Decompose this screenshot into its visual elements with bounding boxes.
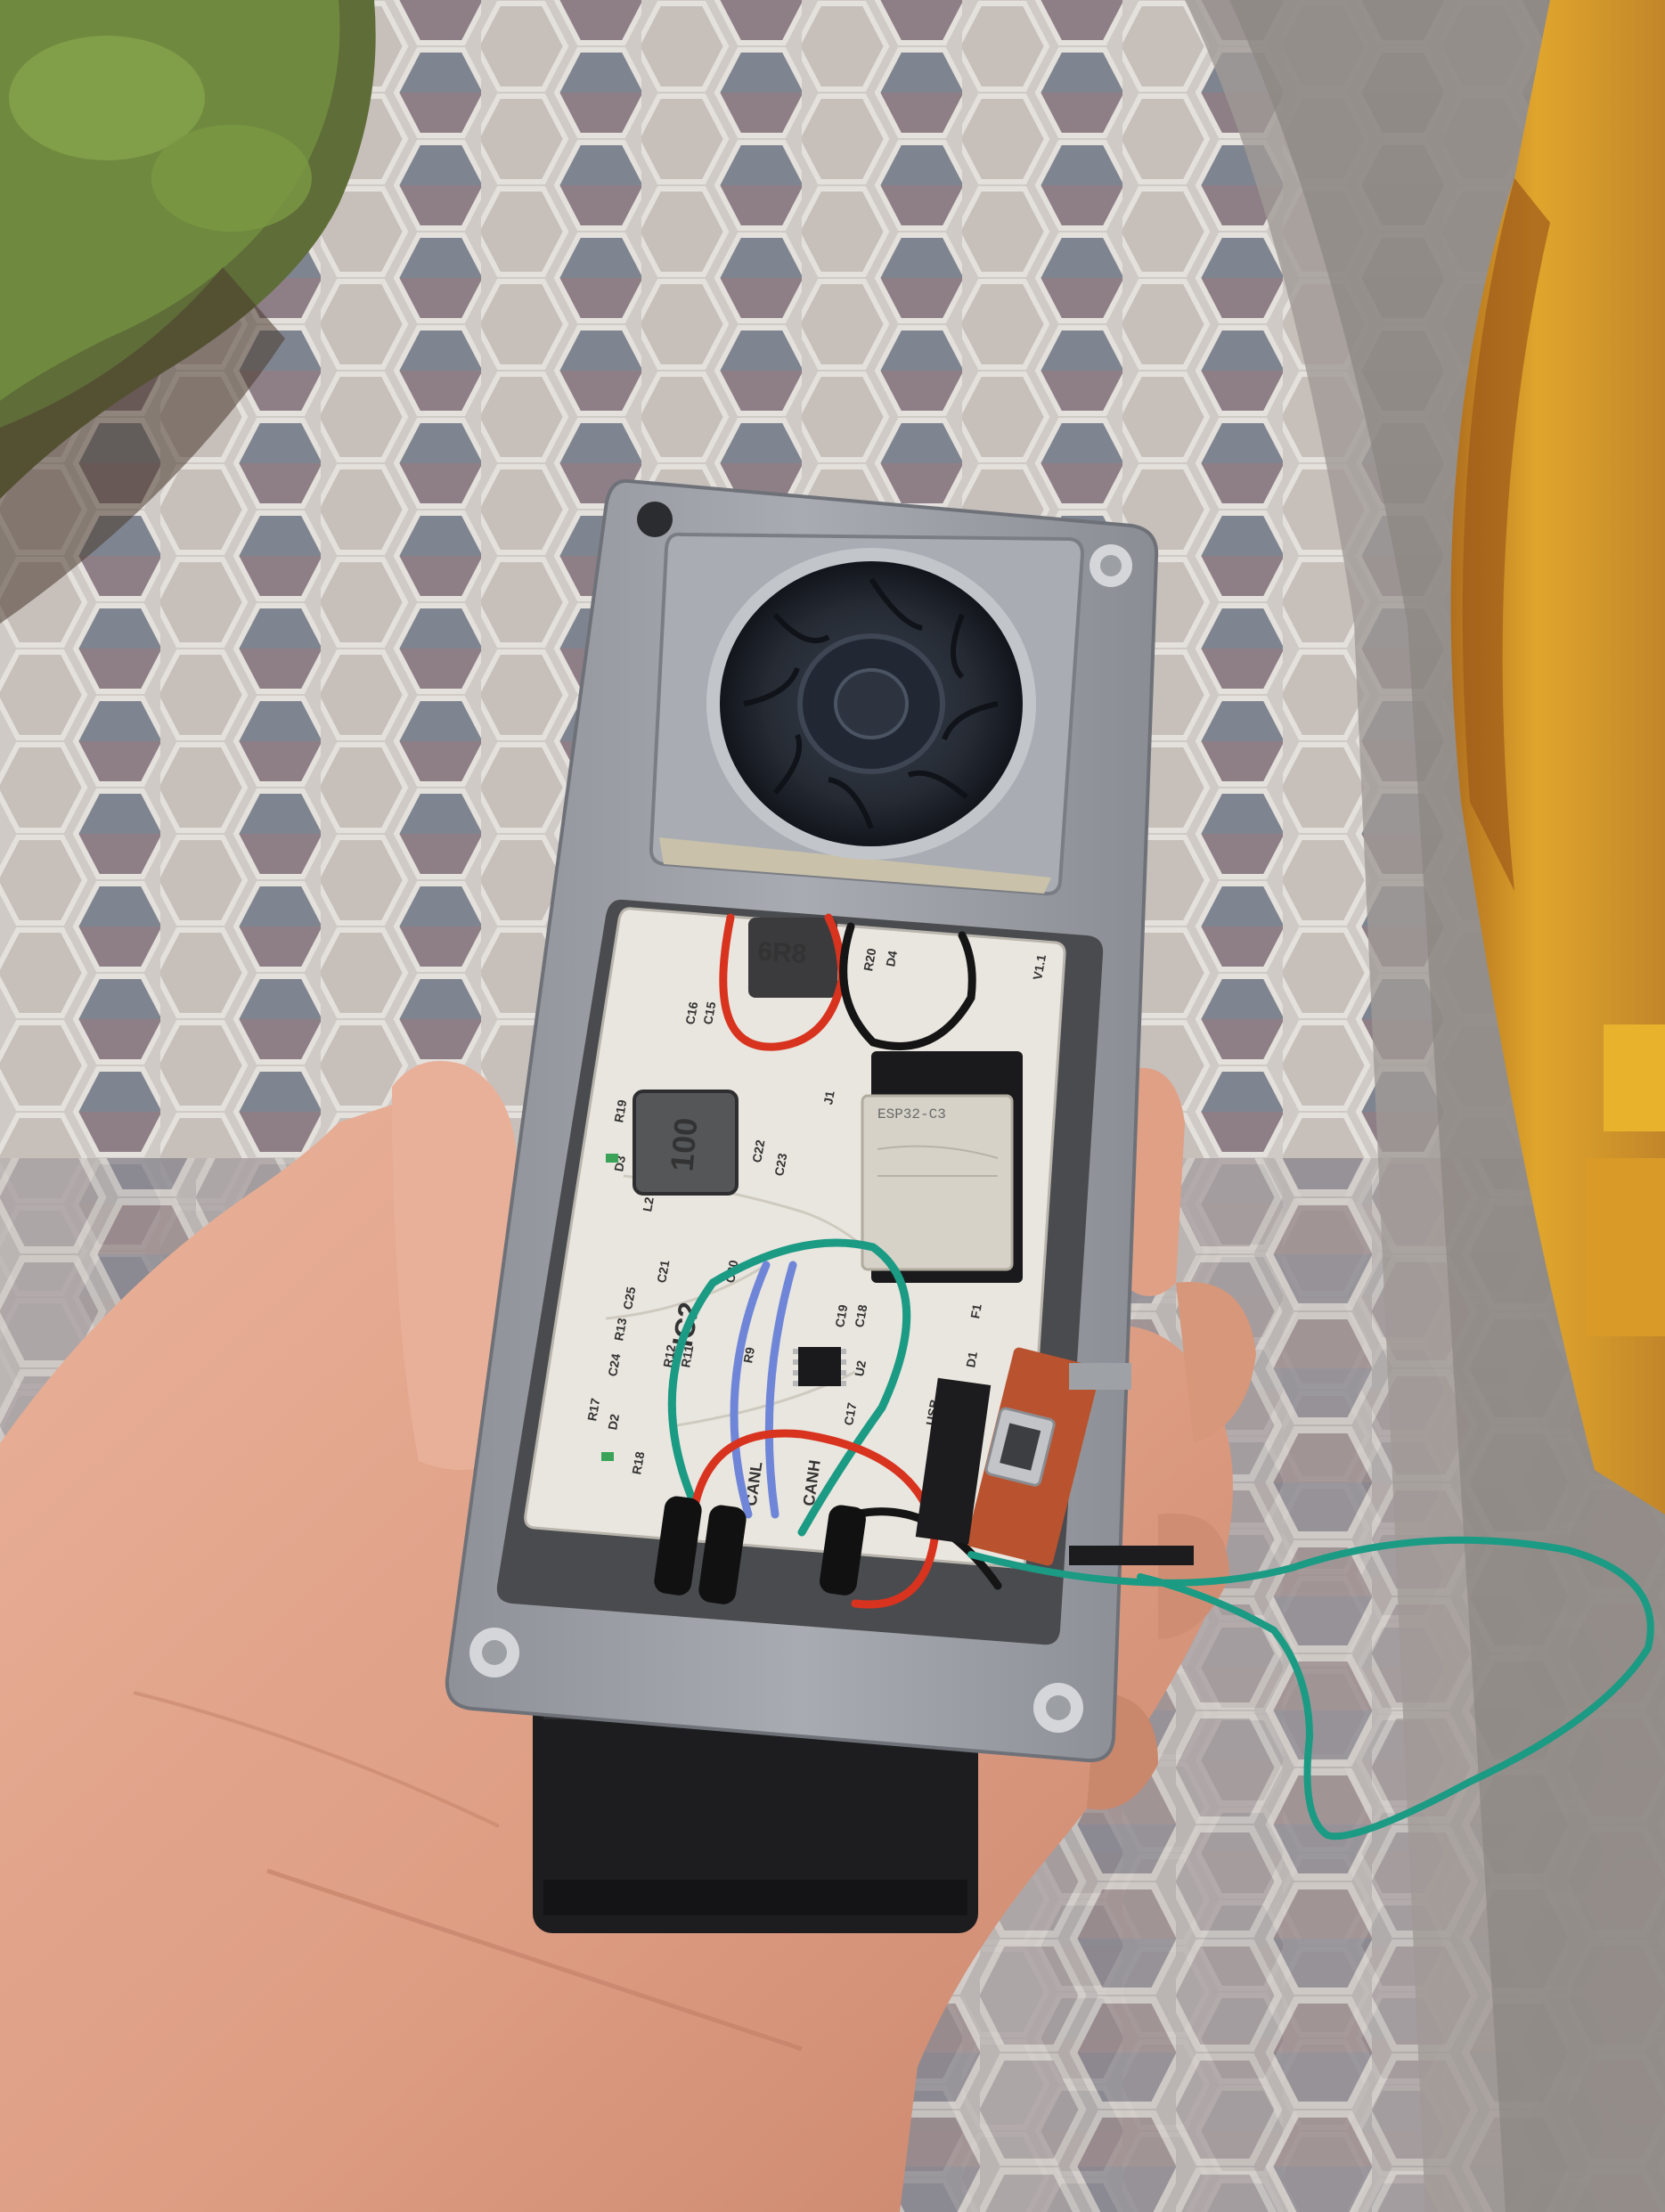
silk-f1: F1: [967, 1302, 984, 1319]
silk-j1: J1: [820, 1090, 837, 1106]
inductor-6r8: 6R8: [748, 918, 837, 998]
screw-bottom-left: [469, 1628, 519, 1677]
silk-d4: D4: [883, 950, 900, 968]
led-d3: [606, 1154, 618, 1163]
inductor-top-label: 6R8: [756, 936, 807, 969]
inductor-main-label: 100: [663, 1116, 704, 1172]
screw-top-right: [1090, 544, 1132, 587]
silk-l2: L2: [640, 1196, 657, 1212]
photo-scene: 6R8 100 ESP32-C3 IC2 CANL CANH C16 C15 R…: [0, 0, 1665, 2212]
led-d2: [601, 1452, 614, 1461]
chip-u2: [793, 1347, 846, 1386]
esp32-module: ESP32-C3: [861, 1051, 1023, 1283]
silk-u2: U2: [852, 1359, 869, 1378]
speaker: [706, 548, 1036, 860]
mount-hole: [637, 502, 673, 537]
silk-d1: D1: [963, 1351, 980, 1369]
screw-bottom-right: [1033, 1683, 1083, 1733]
module-brand-label: ESP32-C3: [877, 1106, 946, 1122]
inductor-main: 100: [633, 1090, 739, 1196]
silk-d2: D2: [605, 1413, 622, 1432]
